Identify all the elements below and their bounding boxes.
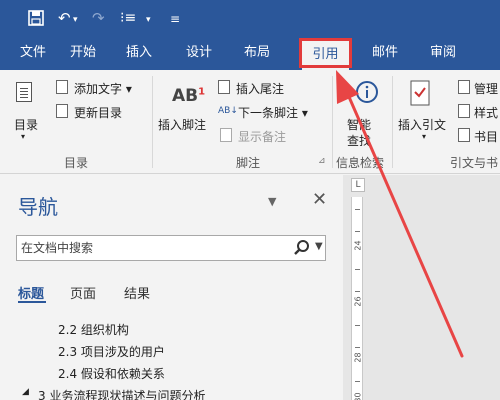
- footnote-group-label: 脚注: [236, 156, 261, 170]
- group-separator: [152, 76, 153, 168]
- update-toc-icon: [56, 104, 68, 118]
- toc-button[interactable]: 目录: [14, 116, 38, 133]
- ruler-tick: [355, 209, 360, 210]
- ribbon-tabs: 文件 开始 插入 设计 布局 引用 邮件 审阅: [0, 36, 500, 70]
- ruler-tick: [355, 231, 360, 232]
- vertical-ruler[interactable]: 24 26 28 30: [351, 197, 363, 400]
- insert-endnote-button[interactable]: 插入尾注: [236, 80, 284, 97]
- smart-lookup-icon: [356, 81, 378, 103]
- ruler-tick: [355, 269, 360, 270]
- show-notes-icon: [220, 128, 232, 142]
- bibliography-button[interactable]: 书目: [474, 128, 498, 145]
- footnote-ab-icon: AB1: [172, 86, 206, 106]
- manage-sources-icon: [458, 80, 470, 94]
- tab-review[interactable]: 审阅: [420, 36, 466, 70]
- highlight-box: [299, 38, 352, 68]
- tab-headings[interactable]: 标题: [18, 283, 44, 302]
- update-toc-button[interactable]: 更新目录: [74, 104, 122, 121]
- nav-title: 导航: [18, 195, 58, 219]
- heading-item[interactable]: 2.2 组织机构: [58, 321, 129, 338]
- insert-citation-button[interactable]: 插入引文: [398, 116, 446, 133]
- research-group-label: 信息检索: [336, 156, 385, 170]
- ruler-number: 28: [353, 352, 363, 363]
- ruler-number: 24: [353, 240, 363, 251]
- insert-citation-dropdown-icon[interactable]: ▾: [422, 132, 426, 141]
- save-icon[interactable]: [28, 10, 44, 26]
- insert-endnote-icon: [218, 80, 230, 94]
- toc-group-label: 目录: [64, 156, 89, 170]
- insert-citation-icon: [410, 80, 430, 106]
- style-button[interactable]: 样式: [474, 104, 498, 121]
- heading-item[interactable]: 2.4 假设和依赖关系: [58, 365, 165, 382]
- ruler-tick: [355, 291, 360, 292]
- tab-file[interactable]: 文件: [10, 36, 56, 70]
- tab-results[interactable]: 结果: [124, 283, 150, 302]
- bibliography-icon: [458, 128, 470, 142]
- close-icon[interactable]: ✕: [312, 189, 327, 210]
- next-footnote-button[interactable]: 下一条脚注 ▾: [238, 104, 308, 121]
- next-footnote-icon: AB↓: [218, 106, 238, 116]
- heading-expand-icon[interactable]: ◢: [22, 387, 29, 397]
- document-area: L 24 26 28 30: [343, 175, 500, 400]
- list-format-icon[interactable]: ⁝≡: [120, 8, 136, 28]
- heading-item[interactable]: 2.3 项目涉及的用户: [58, 343, 165, 360]
- ruler-tick: [355, 325, 360, 326]
- tab-selector-icon[interactable]: L: [351, 178, 365, 192]
- toc-icon: [16, 82, 32, 102]
- ruler-tick: [355, 347, 360, 348]
- style-icon: [458, 104, 470, 118]
- ruler-tick: [355, 381, 360, 382]
- tab-pages[interactable]: 页面: [70, 283, 96, 302]
- tab-layout[interactable]: 布局: [234, 36, 280, 70]
- tab-mailings[interactable]: 邮件: [362, 36, 408, 70]
- list-format-dropdown-icon[interactable]: ▾: [146, 10, 151, 30]
- undo-icon[interactable]: ↶: [58, 8, 71, 28]
- add-text-icon: [56, 80, 68, 94]
- navigation-pane: 导航 ▼ ✕ ▼ 标题 页面 结果 2.2 组织机构 2.3 项目涉及的用户 2…: [0, 175, 343, 400]
- manage-sources-button[interactable]: 管理: [474, 80, 498, 97]
- search-input[interactable]: [21, 239, 271, 257]
- smart-lookup-label-1[interactable]: 智能: [347, 116, 371, 133]
- heading-item[interactable]: 3 业务流程现状描述与问题分析: [38, 387, 205, 400]
- tab-insert[interactable]: 插入: [116, 36, 162, 70]
- tab-headings-underline: [18, 301, 46, 303]
- toc-dropdown-icon[interactable]: ▾: [21, 132, 25, 141]
- add-text-button[interactable]: 添加文字 ▾: [74, 80, 132, 97]
- footnote-dialog-launcher-icon[interactable]: ⊿: [318, 156, 326, 166]
- title-bar: ↶ ▾ ↷ ⁝≡ ▾ ≡: [0, 0, 500, 36]
- footnote-sup: 1: [198, 86, 206, 98]
- search-options-dropdown-icon[interactable]: ▼: [315, 241, 323, 252]
- tab-design[interactable]: 设计: [176, 36, 222, 70]
- redo-icon: ↷: [92, 9, 105, 27]
- ruler-number: 30: [353, 392, 363, 400]
- search-icon[interactable]: [293, 239, 311, 257]
- insert-footnote-button[interactable]: 插入脚注: [158, 116, 206, 133]
- search-box: ▼: [16, 235, 326, 261]
- tab-home[interactable]: 开始: [60, 36, 106, 70]
- ruler-number: 26: [353, 296, 363, 307]
- show-notes-button: 显示备注: [238, 130, 287, 144]
- customize-qat-icon[interactable]: ≡: [170, 9, 180, 29]
- smart-lookup-label-2[interactable]: 查找: [347, 132, 371, 149]
- group-separator: [392, 76, 393, 168]
- ribbon: 目录 ▾ 添加文字 ▾ 更新目录 目录 AB1 插入脚注 插入尾注 AB↓ 下一…: [0, 70, 500, 174]
- undo-dropdown-icon[interactable]: ▾: [73, 10, 78, 30]
- citations-group-label: 引文与书: [450, 156, 499, 170]
- nav-options-dropdown-icon[interactable]: ▼: [268, 195, 276, 208]
- group-separator: [332, 76, 333, 168]
